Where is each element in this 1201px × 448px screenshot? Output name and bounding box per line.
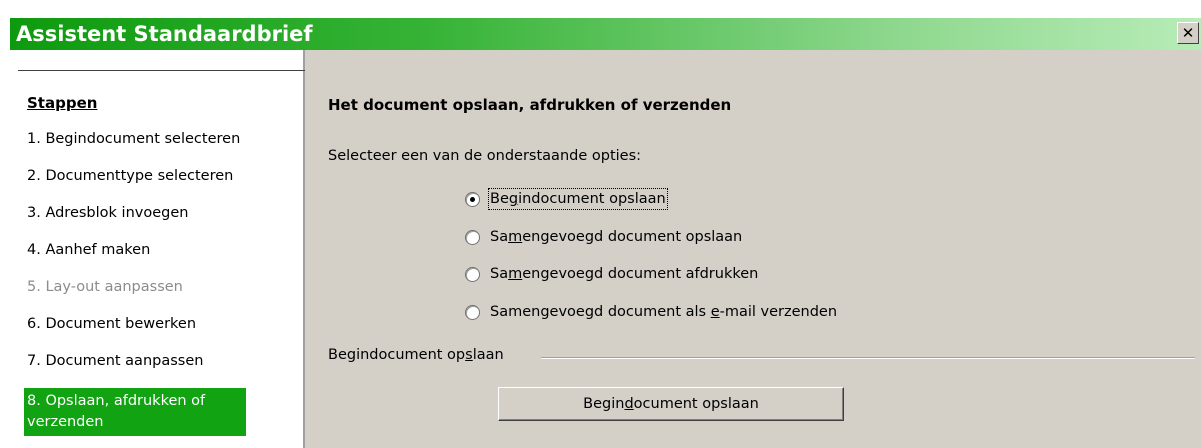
radio-button[interactable]	[465, 229, 480, 245]
sidebar-divider	[18, 70, 305, 71]
option-label: Samengevoegd document afdrukken	[490, 266, 759, 282]
steps-sidebar: Stappen 1. Begindocument selecteren 2. D…	[10, 50, 305, 448]
option-label: Begindocument opslaan	[488, 188, 668, 210]
instruction-text: Selecteer een van de onderstaande opties…	[328, 148, 642, 164]
close-button[interactable]: ✕	[1177, 22, 1199, 44]
step-5: 5. Lay-out aanpassen	[27, 279, 183, 295]
title-bar[interactable]: Assistent Standaardbrief ✕	[10, 18, 1201, 50]
option-email-merged-document[interactable]: Samengevoegd document als e-mail verzend…	[465, 301, 837, 323]
radio-button[interactable]	[465, 266, 480, 282]
section-divider	[541, 357, 1195, 359]
step-6[interactable]: 6. Document bewerken	[24, 309, 196, 339]
option-label: Samengevoegd document als e-mail verzend…	[490, 304, 838, 320]
option-save-merged-document[interactable]: Samengevoegd document opslaan	[465, 226, 742, 248]
option-label: Samengevoegd document opslaan	[490, 229, 743, 245]
option-print-merged-document[interactable]: Samengevoegd document afdrukken	[465, 263, 758, 285]
step-8-active[interactable]: 8. Opslaan, afdrukken of verzenden	[24, 388, 246, 436]
save-starting-document-button[interactable]: Begindocument opslaan	[498, 387, 844, 421]
window-title: Assistent Standaardbrief	[16, 22, 313, 46]
step-4[interactable]: 4. Aanhef maken	[24, 235, 150, 265]
close-icon: ✕	[1181, 23, 1195, 42]
page-title: Het document opslaan, afdrukken of verze…	[328, 96, 732, 114]
step-2[interactable]: 2. Documenttype selecteren	[24, 161, 233, 191]
step-1[interactable]: 1. Begindocument selecteren	[24, 124, 240, 154]
radio-button[interactable]	[465, 304, 480, 320]
step-7[interactable]: 7. Document aanpassen	[24, 346, 203, 376]
steps-heading: Stappen	[27, 94, 98, 112]
option-save-starting-document[interactable]: Begindocument opslaan	[465, 188, 668, 210]
main-panel: Het document opslaan, afdrukken of verze…	[305, 50, 1201, 448]
wizard-dialog: Assistent Standaardbrief ✕ Stappen 1. Be…	[10, 18, 1201, 448]
radio-button-selected[interactable]	[465, 191, 480, 207]
step-3[interactable]: 3. Adresblok invoegen	[24, 198, 188, 228]
section-label: Begindocument opslaan	[328, 347, 504, 363]
